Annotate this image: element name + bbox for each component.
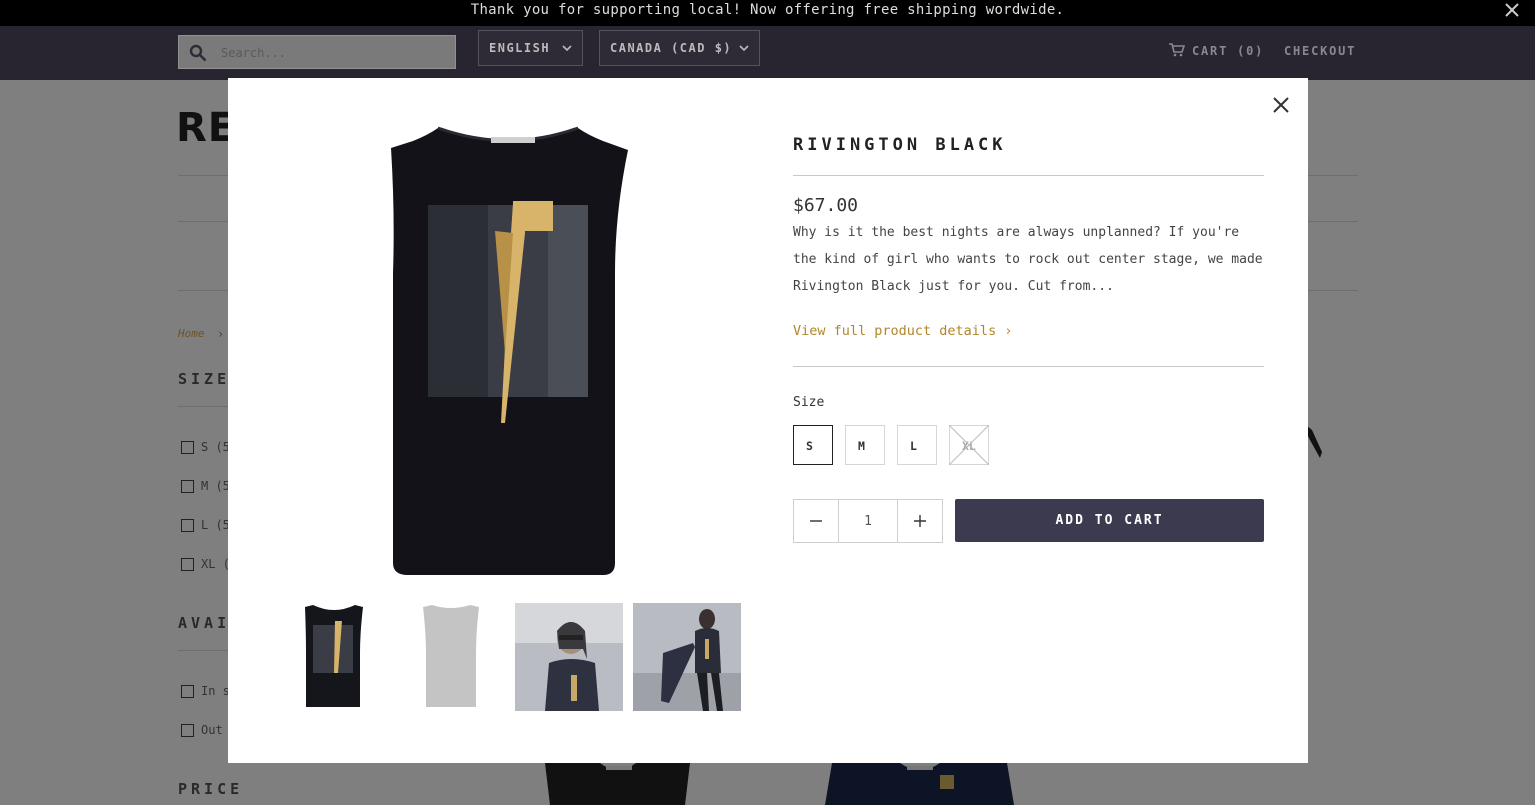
size-filter-m[interactable]: M (5 bbox=[181, 479, 230, 493]
product-title: RIVINGTON BLACK bbox=[793, 135, 1007, 155]
availability-filter-out-of-stock[interactable]: Out bbox=[181, 723, 223, 737]
quantity-increase-button[interactable] bbox=[897, 500, 942, 542]
product-description: Why is it the best nights are always unp… bbox=[793, 225, 1263, 294]
divider bbox=[793, 175, 1264, 176]
filter-label: In s bbox=[201, 684, 230, 698]
size-filter-xl[interactable]: XL ( bbox=[181, 557, 230, 571]
search-input[interactable] bbox=[219, 42, 443, 64]
quantity-input[interactable] bbox=[838, 500, 898, 542]
cart-icon[interactable] bbox=[1169, 43, 1185, 57]
filter-label: Out bbox=[201, 723, 223, 737]
site-header: ENGLISH CANADA (CAD $) CART (0) CHECKOUT bbox=[0, 26, 1535, 80]
model-photo-icon bbox=[515, 603, 623, 711]
chevron-down-icon bbox=[562, 45, 572, 52]
filter-label: XL ( bbox=[201, 557, 230, 571]
checkbox[interactable] bbox=[181, 480, 194, 493]
product-thumbnail-back[interactable] bbox=[397, 603, 505, 711]
size-option-xl-unavailable[interactable]: XL bbox=[949, 425, 989, 465]
shirt-front-icon bbox=[305, 605, 363, 707]
add-to-cart-button[interactable]: ADD TO CART bbox=[955, 499, 1264, 542]
price-filter-heading: PRICE bbox=[178, 780, 244, 798]
product-main-image[interactable] bbox=[383, 123, 633, 578]
checkbox[interactable] bbox=[181, 519, 194, 532]
availability-filter-in-stock[interactable]: In s bbox=[181, 684, 230, 698]
size-option-label: S bbox=[806, 439, 813, 453]
size-option-label: M bbox=[858, 439, 865, 453]
unavailable-cross-icon bbox=[949, 425, 989, 465]
checkbox[interactable] bbox=[181, 724, 194, 737]
announcement-text: Thank you for supporting local! Now offe… bbox=[470, 2, 1065, 18]
size-filter-s[interactable]: S (5 bbox=[181, 440, 230, 454]
size-label: Size bbox=[793, 395, 825, 410]
close-icon[interactable] bbox=[1271, 95, 1291, 115]
size-option-label: L bbox=[910, 439, 917, 453]
plus-icon bbox=[914, 515, 926, 527]
size-option-s[interactable]: S bbox=[793, 425, 833, 465]
search-box[interactable] bbox=[178, 35, 456, 69]
checkout-link[interactable]: CHECKOUT bbox=[1284, 44, 1356, 58]
chevron-down-icon bbox=[739, 45, 749, 52]
checkbox[interactable] bbox=[181, 441, 194, 454]
filter-label: S (5 bbox=[201, 440, 230, 454]
minus-icon bbox=[810, 520, 822, 522]
size-option-m[interactable]: M bbox=[845, 425, 885, 465]
cart-link[interactable]: CART (0) bbox=[1192, 44, 1264, 58]
divider bbox=[178, 650, 228, 651]
close-announcement-icon[interactable] bbox=[1501, 0, 1523, 21]
size-filter-heading: SIZE bbox=[178, 370, 231, 388]
checkbox[interactable] bbox=[181, 558, 194, 571]
filter-label: L (5 bbox=[201, 518, 230, 532]
quantity-decrease-button[interactable] bbox=[794, 500, 839, 542]
product-image[interactable] bbox=[540, 763, 695, 805]
announcement-bar: Thank you for supporting local! Now offe… bbox=[0, 0, 1535, 26]
shirt-back-icon bbox=[423, 605, 479, 707]
filter-label: M (5 bbox=[201, 479, 230, 493]
view-full-details-link[interactable]: View full product details › bbox=[793, 323, 1012, 339]
model-photo-icon bbox=[633, 603, 741, 711]
search-icon bbox=[189, 44, 207, 62]
product-thumbnail-model-1[interactable] bbox=[515, 603, 623, 711]
product-price: $67.00 bbox=[793, 195, 859, 216]
divider bbox=[793, 366, 1264, 367]
quick-view-modal: RIVINGTON BLACK $67.00 Why is it the bes… bbox=[228, 78, 1308, 763]
currency-select[interactable]: CANADA (CAD $) bbox=[599, 30, 760, 66]
breadcrumb-separator: › bbox=[217, 327, 225, 341]
breadcrumb-home[interactable]: Home bbox=[178, 327, 205, 340]
size-option-l[interactable]: L bbox=[897, 425, 937, 465]
language-select[interactable]: ENGLISH bbox=[478, 30, 583, 66]
size-filter-l[interactable]: L (5 bbox=[181, 518, 230, 532]
checkbox[interactable] bbox=[181, 685, 194, 698]
divider bbox=[178, 406, 228, 407]
product-image[interactable] bbox=[822, 763, 1017, 805]
currency-value: CANADA (CAD $) bbox=[610, 41, 733, 55]
product-thumbnail-front[interactable] bbox=[280, 603, 388, 711]
quantity-stepper[interactable] bbox=[793, 499, 943, 543]
language-value: ENGLISH bbox=[489, 41, 551, 55]
product-thumbnail-model-2[interactable] bbox=[633, 603, 741, 711]
